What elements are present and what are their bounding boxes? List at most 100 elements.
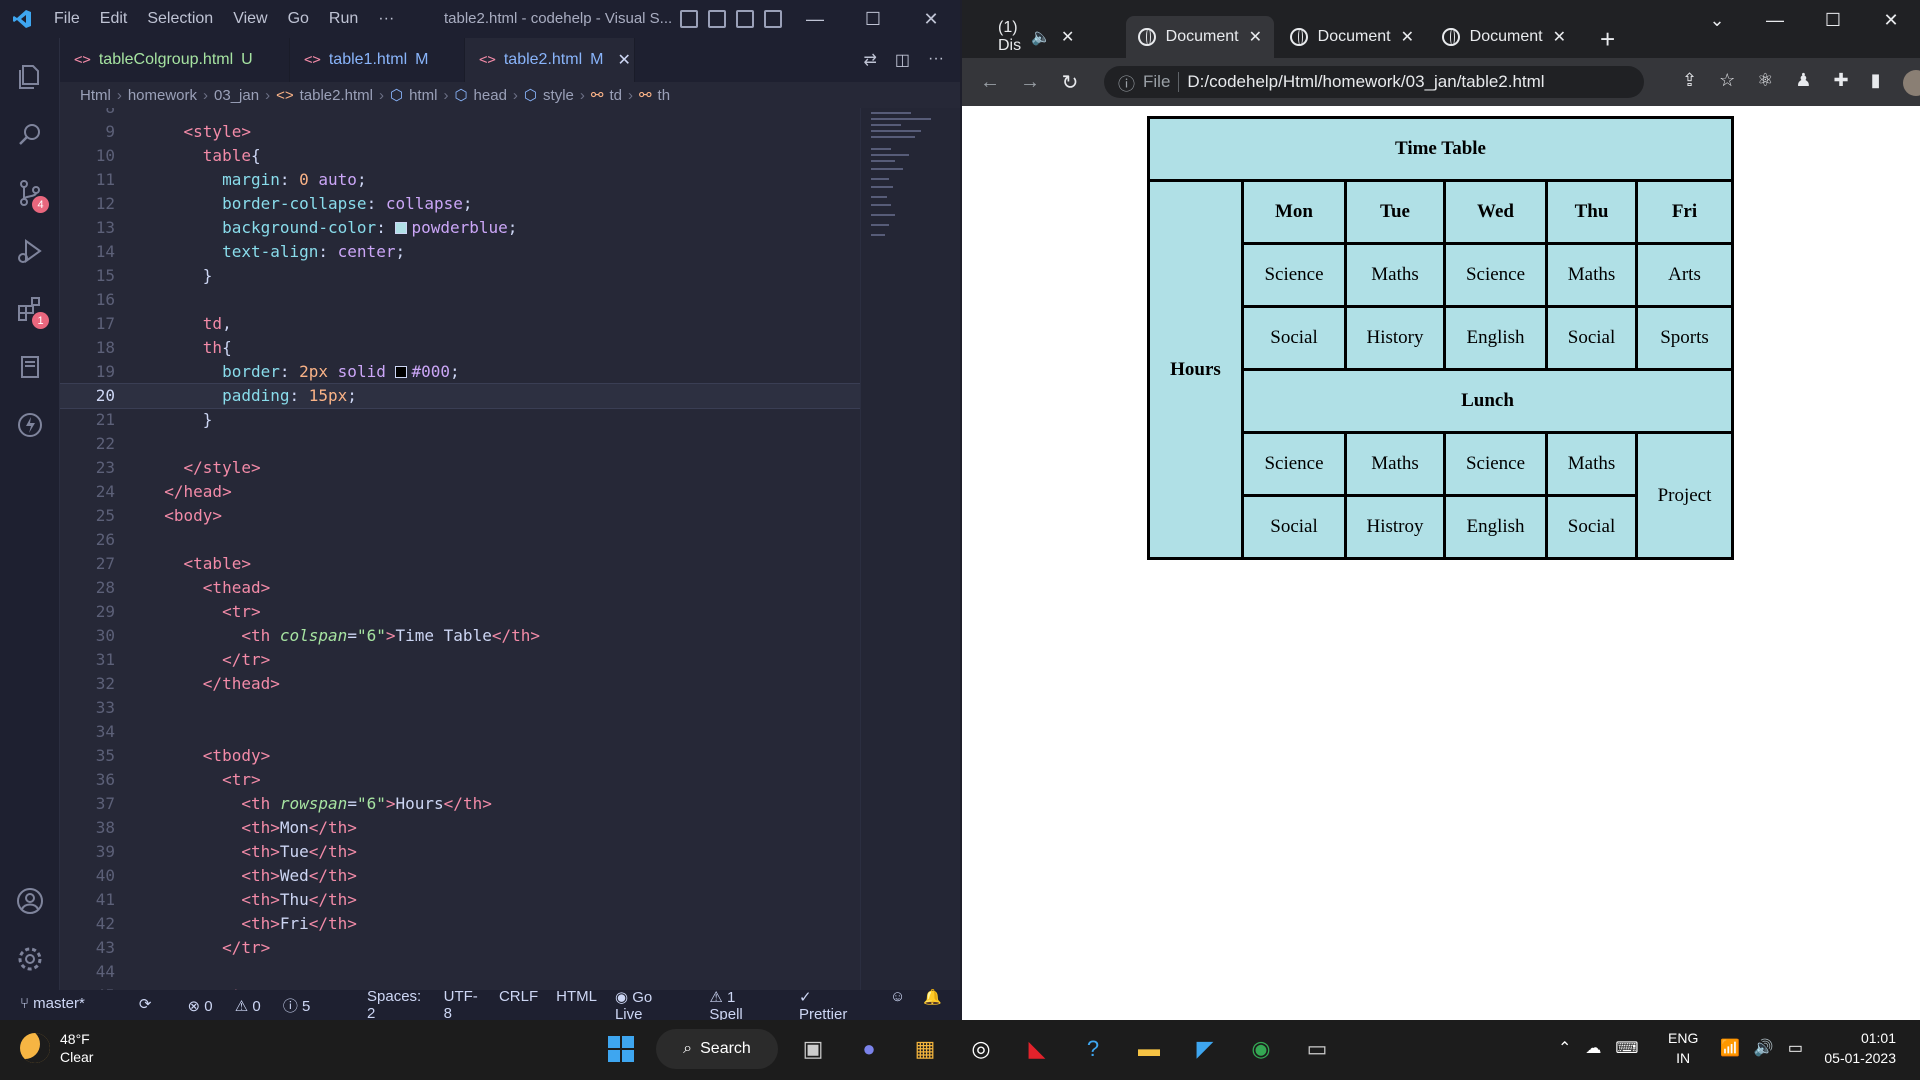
notebook-icon[interactable] [0, 338, 60, 396]
share-icon[interactable]: ⇪ [1682, 70, 1697, 96]
microsoft-store-icon[interactable]: ▦ [904, 1028, 946, 1070]
breadcrumb-item[interactable]: Html [80, 87, 111, 104]
address-bar[interactable]: ⓘ File D:/codehelp/Html/homework/03_jan/… [1104, 66, 1644, 98]
menu-more[interactable]: ··· [368, 0, 404, 38]
indentation-status[interactable]: Spaces: 2 [367, 988, 426, 1023]
browser-tab-document-1[interactable]: Document ✕ [1126, 16, 1274, 58]
file-explorer-icon[interactable]: ▬ [1128, 1028, 1170, 1070]
menu-go[interactable]: Go [278, 0, 319, 38]
language-indicator[interactable]: ENG IN [1668, 1028, 1698, 1068]
tab-close-icon[interactable]: ✕ [1553, 27, 1566, 47]
chrome-taskbar-icon[interactable]: ◉ [1240, 1028, 1282, 1070]
breadcrumb-item[interactable]: html [409, 87, 437, 104]
info-icon[interactable]: ⓘ [1118, 70, 1135, 95]
color-swatch-icon[interactable] [395, 222, 408, 234]
source-control-icon[interactable]: 4 [0, 164, 60, 222]
react-devtools-icon[interactable]: ⚛ [1757, 70, 1773, 96]
browser-tab-discord[interactable]: (1) Dis 🔈 ✕ [976, 16, 1086, 58]
profile-avatar[interactable] [1902, 70, 1920, 96]
code-editor[interactable]: 8 9 <style> 10 table{ 11 margin: 0 auto;… [60, 108, 860, 990]
forward-arrow-icon[interactable]: → [1010, 62, 1050, 102]
compare-changes-icon[interactable]: ⇄ [863, 50, 876, 70]
onedrive-cloud-icon[interactable]: ☁ [1585, 1038, 1601, 1058]
tab-table1[interactable]: <> table1.html M [290, 38, 465, 82]
new-tab-plus-icon[interactable]: + [1600, 24, 1615, 55]
breadcrumb-item[interactable]: th [658, 87, 671, 104]
breadcrumb-item[interactable]: td [609, 87, 622, 104]
reload-icon[interactable]: ↻ [1050, 62, 1090, 102]
toggle-secondary-sidebar-icon[interactable] [736, 10, 754, 28]
breadcrumb-item[interactable]: table2.html [300, 87, 373, 104]
tab-close-icon[interactable]: ✕ [617, 50, 630, 70]
run-debug-icon[interactable] [0, 222, 60, 280]
toggle-panel-icon[interactable] [708, 10, 726, 28]
get-help-icon[interactable]: ? [1072, 1028, 1114, 1070]
menu-file[interactable]: File [44, 0, 90, 38]
clock[interactable]: 01:01 05-01-2023 [1810, 1028, 1896, 1068]
windows-start-icon[interactable] [600, 1028, 642, 1070]
eol-status[interactable]: CRLF [499, 988, 538, 1023]
task-view-icon[interactable]: ▣ [792, 1028, 834, 1070]
mcafee-icon[interactable]: ◣ [1016, 1028, 1058, 1070]
split-editor-icon[interactable]: ◫ [895, 50, 910, 70]
go-live-button[interactable]: ◉ Go Live [615, 988, 691, 1023]
github-desktop-icon[interactable]: ◎ [960, 1028, 1002, 1070]
side-panel-icon[interactable]: ▮ [1871, 70, 1881, 96]
maximize-icon[interactable]: ☐ [844, 0, 902, 38]
bookmark-star-icon[interactable]: ☆ [1719, 70, 1735, 96]
extensions-puzzle-icon[interactable]: ✚ [1834, 70, 1849, 96]
vscode-taskbar-icon[interactable]: ◤ [1184, 1028, 1226, 1070]
breadcrumb-item[interactable]: style [543, 87, 574, 104]
settings-gear-icon[interactable] [0, 930, 60, 988]
extension-person-icon[interactable]: ♟ [1795, 70, 1811, 96]
tab-tablecolgroup[interactable]: <> tableColgroup.html U [60, 38, 290, 82]
account-icon[interactable] [0, 872, 60, 930]
encoding-status[interactable]: UTF-8 [444, 988, 481, 1023]
color-swatch-icon[interactable] [395, 366, 408, 378]
minimize-icon[interactable]: — [786, 0, 844, 38]
problems-indicator[interactable]: ⊗ 0 ⚠ 0 ⓘ 5 [187, 995, 328, 1016]
terminal-icon[interactable]: ▭ [1296, 1028, 1338, 1070]
menu-view[interactable]: View [223, 0, 277, 38]
git-branch-icon[interactable]: ⑂ master* [20, 995, 103, 1016]
sync-icon[interactable]: ⟳ [139, 995, 152, 1016]
spell-status[interactable]: ⚠ 1 Spell [709, 988, 781, 1023]
back-arrow-icon[interactable]: ← [970, 62, 1010, 102]
notifications-bell-icon[interactable]: 🔔 [923, 988, 942, 1023]
thunder-client-icon[interactable] [0, 396, 60, 454]
tab-table2[interactable]: <> table2.html M ✕ [465, 38, 635, 82]
quick-settings[interactable]: 📶 🔊 ▭ [1720, 1038, 1803, 1058]
more-actions-icon[interactable]: ··· [928, 50, 944, 70]
extensions-icon[interactable]: 1 [0, 280, 60, 338]
customize-layout-icon[interactable] [764, 10, 782, 28]
tab-close-icon[interactable]: ✕ [1249, 27, 1262, 47]
menu-selection[interactable]: Selection [137, 0, 223, 38]
tab-close-icon[interactable]: ✕ [1061, 27, 1074, 47]
mute-icon[interactable]: 🔈 [1031, 27, 1051, 47]
close-icon[interactable]: ✕ [902, 0, 960, 38]
weather-widget[interactable]: 48°F Clear [20, 1030, 93, 1066]
show-hidden-icons-chevron-icon[interactable]: ⌃ [1558, 1038, 1571, 1058]
toggle-sidebar-icon[interactable] [680, 10, 698, 28]
breadcrumb-item[interactable]: 03_jan [214, 87, 259, 104]
tab-close-icon[interactable]: ✕ [1401, 27, 1414, 47]
explorer-icon[interactable] [0, 48, 60, 106]
minimize-icon[interactable]: — [1746, 0, 1804, 40]
minimap[interactable] [860, 108, 960, 990]
search-icon[interactable] [0, 106, 60, 164]
tab-search-chevron-icon[interactable]: ⌄ [1688, 0, 1746, 40]
breadcrumb-item[interactable]: homework [128, 87, 197, 104]
browser-tab-document-2[interactable]: Document ✕ [1278, 16, 1426, 58]
teams-chat-icon[interactable]: ● [848, 1028, 890, 1070]
browser-tab-document-3[interactable]: Document ✕ [1430, 16, 1578, 58]
close-icon[interactable]: ✕ [1862, 0, 1920, 40]
language-status[interactable]: HTML [556, 988, 597, 1023]
maximize-icon[interactable]: ☐ [1804, 0, 1862, 40]
keyboard-icon[interactable]: ⌨ [1615, 1038, 1638, 1058]
taskbar-search-button[interactable]: ⌕ Search [656, 1029, 778, 1069]
breadcrumb-item[interactable]: head [474, 87, 507, 104]
prettier-status[interactable]: ✓ Prettier [799, 988, 872, 1023]
feedback-icon[interactable]: ☺ [890, 988, 905, 1023]
menu-edit[interactable]: Edit [90, 0, 138, 38]
menu-run[interactable]: Run [319, 0, 368, 38]
